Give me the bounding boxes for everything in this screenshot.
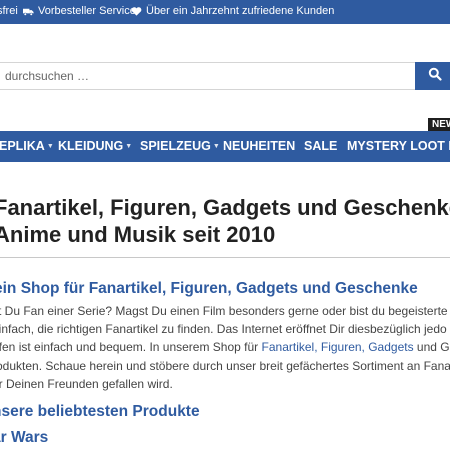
paragraph-line: er Deinen Freunden gefallen wird. — [0, 376, 173, 391]
paragraph-line: st Du Fan einer Serie? Magst Du einen Fi… — [0, 304, 448, 318]
nav-item-label: KLEIDUNG — [58, 139, 124, 153]
search-icon — [428, 67, 442, 86]
page-title-line: Anime und Musik seit 2010 — [0, 222, 276, 247]
section-heading: ein Shop für Fanartikel, Figuren, Gadget… — [0, 280, 418, 297]
page-title: Fanartikel, Figuren, Gadgets und Geschen… — [0, 194, 450, 248]
category-heading[interactable]: ar Wars — [0, 429, 48, 447]
top-info-bar: sfrei Vorbesteller Service Über ein Jahr… — [0, 0, 450, 24]
topbar-item-label: sfrei — [0, 5, 18, 17]
topbar-item-preorder: Vorbesteller Service — [23, 5, 136, 17]
new-badge: NEW — [428, 118, 450, 131]
nav-item-label: NEUHEITEN — [223, 139, 296, 153]
search-input[interactable] — [0, 62, 415, 90]
paragraph-text: und Ge — [416, 340, 450, 355]
topbar-item-label: Über ein Jahrzehnt zufriedene Kunden — [146, 5, 335, 17]
heart-icon — [131, 6, 142, 17]
paragraph-line: ufen ist einfach und bequem. In unserem … — [0, 338, 450, 356]
paragraph-line: rodukten. Schaue herein und stöbere durc… — [0, 358, 450, 373]
nav-item-label: MYSTERY LOOT BO — [347, 139, 450, 153]
nav-item-neuheiten[interactable]: NEUHEITEN — [223, 131, 295, 162]
page-title-line: Fanartikel, Figuren, Gadgets und Geschen… — [0, 195, 450, 220]
search-button[interactable] — [415, 62, 450, 90]
nav-item-label: SPIELZEUG — [140, 139, 211, 153]
main-nav: EPLIKA ▼ KLEIDUNG ▼ SPIELZEUG ▼ NEUHEITEN S… — [0, 131, 450, 162]
topbar-item-shipping: sfrei — [0, 5, 18, 17]
intro-paragraph: st Du Fan einer Serie? Magst Du einen Fi… — [0, 302, 450, 393]
fanartikel-link[interactable]: Fanartikel, Figuren, Gadgets — [262, 340, 414, 354]
nav-item-kleidung[interactable]: KLEIDUNG ▼ — [58, 131, 132, 162]
topbar-item-label: Vorbesteller Service — [38, 5, 136, 17]
chevron-down-icon: ▼ — [125, 143, 133, 150]
search-bar — [0, 62, 450, 90]
chevron-down-icon: ▼ — [212, 143, 220, 150]
popular-products-heading: nsere beliebtesten Produkte — [0, 403, 200, 420]
divider — [0, 257, 450, 258]
nav-item-sale[interactable]: SALE — [304, 131, 337, 162]
nav-item-mystery-loot[interactable]: MYSTERY LOOT BO — [347, 131, 450, 162]
nav-item-label: EPLIKA — [0, 139, 45, 153]
chevron-down-icon: ▼ — [46, 143, 54, 150]
truck-icon — [23, 6, 34, 17]
topbar-item-customers: Über ein Jahrzehnt zufriedene Kunden — [131, 5, 334, 17]
nav-item-spielzeug[interactable]: SPIELZEUG ▼ — [140, 131, 220, 162]
nav-item-label: SALE — [304, 139, 338, 153]
paragraph-text: ufen ist einfach und bequem. In unserem … — [0, 340, 262, 355]
nav-item-replika[interactable]: EPLIKA ▼ — [0, 131, 54, 162]
paragraph-line: einfach, die richtigen Fanartikel zu fin… — [0, 322, 447, 337]
